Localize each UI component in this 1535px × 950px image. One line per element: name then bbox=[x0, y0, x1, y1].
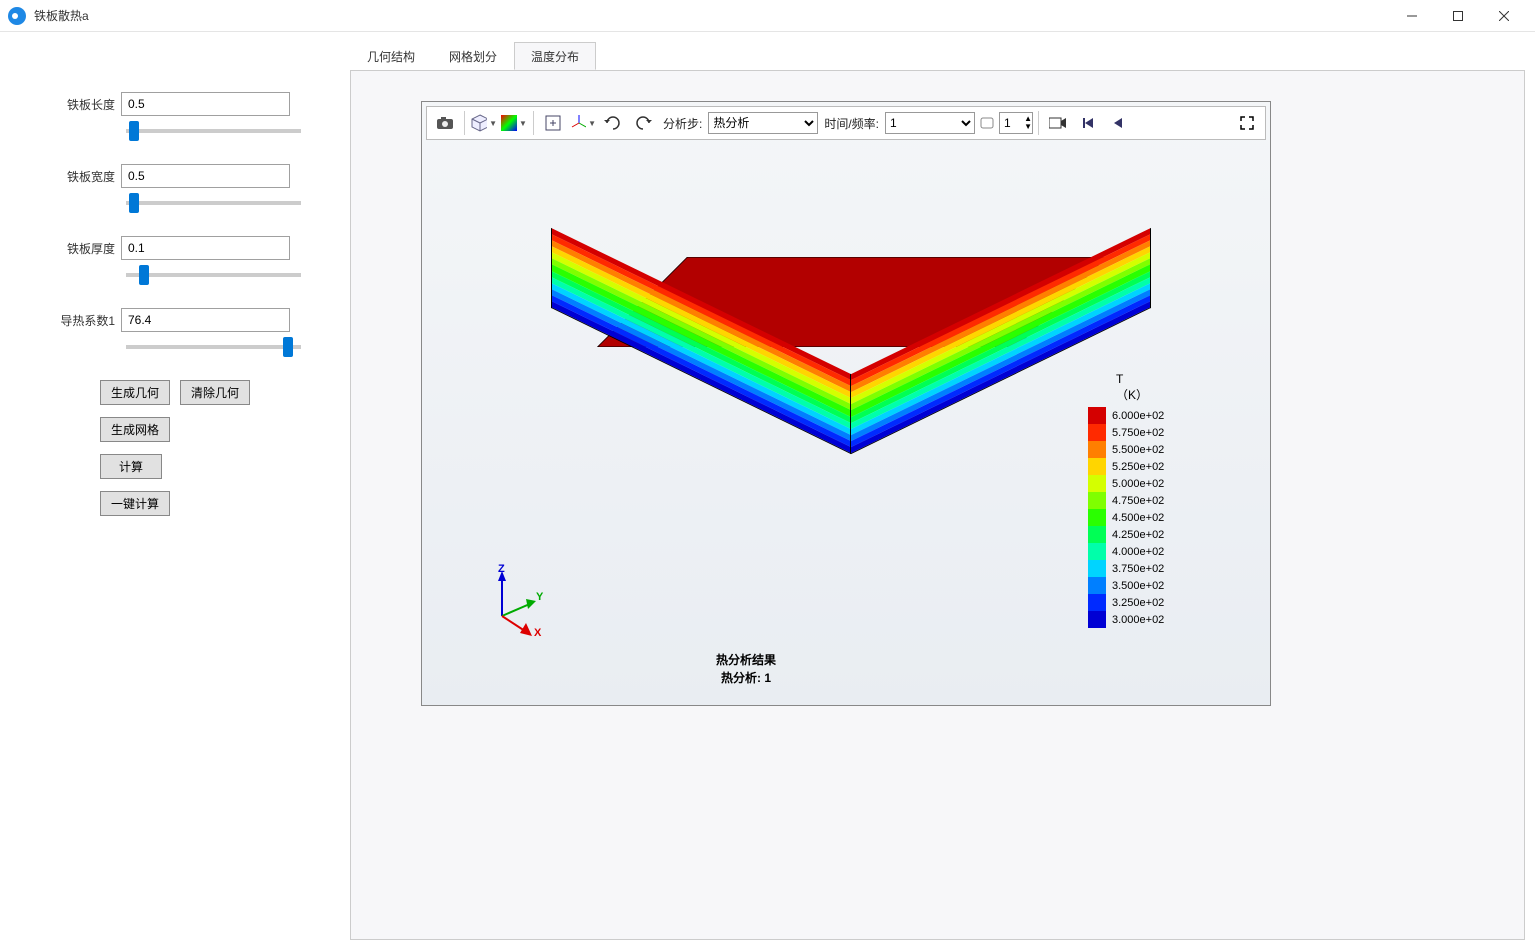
rotate-cw-icon[interactable] bbox=[599, 110, 627, 136]
tab-panel: ▼ ▼ ▼ bbox=[350, 70, 1525, 940]
legend-variable: T bbox=[1116, 372, 1248, 386]
generate-geometry-button[interactable]: 生成几何 bbox=[100, 380, 170, 405]
legend-row: 4.250e+02 bbox=[1088, 526, 1248, 543]
colormap-icon[interactable]: ▼ bbox=[500, 110, 528, 136]
legend-row: 4.750e+02 bbox=[1088, 492, 1248, 509]
legend-row: 5.500e+02 bbox=[1088, 441, 1248, 458]
viewer-3d[interactable]: ▼ ▼ ▼ bbox=[421, 101, 1271, 706]
legend-row: 3.000e+02 bbox=[1088, 611, 1248, 628]
tab-temperature[interactable]: 温度分布 bbox=[514, 42, 596, 70]
legend-row: 3.500e+02 bbox=[1088, 577, 1248, 594]
axis-x-label: X bbox=[534, 627, 541, 639]
length-label: 铁板长度 bbox=[60, 96, 115, 113]
time-freq-select[interactable]: 1 bbox=[885, 112, 975, 134]
maximize-button[interactable] bbox=[1435, 0, 1481, 32]
thickness-input[interactable] bbox=[121, 236, 290, 260]
legend-row: 5.000e+02 bbox=[1088, 475, 1248, 492]
legend-label: 5.500e+02 bbox=[1112, 444, 1164, 456]
title-bar: 铁板散热a bbox=[0, 0, 1535, 32]
legend-label: 5.250e+02 bbox=[1112, 461, 1164, 473]
legend-row: 5.750e+02 bbox=[1088, 424, 1248, 441]
result-title: 热分析结果 bbox=[422, 651, 1070, 669]
record-icon[interactable] bbox=[1044, 110, 1072, 136]
color-legend: T （K） 6.000e+02 5.750e+02 5.500e+02 5.250e+… bbox=[1088, 372, 1248, 628]
play-reverse-icon[interactable] bbox=[1104, 110, 1132, 136]
legend-swatch bbox=[1088, 594, 1106, 611]
legend-label: 4.500e+02 bbox=[1112, 512, 1164, 524]
conductivity-input[interactable] bbox=[121, 308, 290, 332]
legend-row: 6.000e+02 bbox=[1088, 407, 1248, 424]
close-button[interactable] bbox=[1481, 0, 1527, 32]
legend-swatch bbox=[1088, 543, 1106, 560]
legend-label: 4.750e+02 bbox=[1112, 495, 1164, 507]
width-input[interactable] bbox=[121, 164, 290, 188]
legend-swatch bbox=[1088, 475, 1106, 492]
fit-view-icon[interactable] bbox=[539, 110, 567, 136]
legend-row: 3.250e+02 bbox=[1088, 594, 1248, 611]
axis-orientation-icon[interactable]: ▼ bbox=[569, 110, 597, 136]
legend-row: 4.500e+02 bbox=[1088, 509, 1248, 526]
frame-spinner[interactable]: 1 ▲▼ bbox=[999, 112, 1033, 134]
viewer-toolbar: ▼ ▼ ▼ bbox=[426, 106, 1266, 140]
time-freq-label: 时间/频率: bbox=[824, 115, 879, 132]
snapshot-icon[interactable] bbox=[431, 110, 459, 136]
thickness-slider[interactable] bbox=[126, 273, 301, 277]
result-subtitle: 热分析: 1 bbox=[422, 669, 1070, 687]
result-slab bbox=[582, 212, 1102, 532]
legend-swatch bbox=[1088, 560, 1106, 577]
conductivity-label: 导热系数1 bbox=[60, 312, 115, 329]
frame-spinner-value: 1 bbox=[1004, 116, 1011, 130]
length-input[interactable] bbox=[121, 92, 290, 116]
thickness-label: 铁板厚度 bbox=[60, 240, 115, 257]
legend-label: 3.750e+02 bbox=[1112, 563, 1164, 575]
legend-swatch bbox=[1088, 407, 1106, 424]
legend-swatch bbox=[1088, 424, 1106, 441]
legend-row: 3.750e+02 bbox=[1088, 560, 1248, 577]
legend-label: 5.750e+02 bbox=[1112, 427, 1164, 439]
legend-row: 4.000e+02 bbox=[1088, 543, 1248, 560]
legend-label: 3.500e+02 bbox=[1112, 580, 1164, 592]
legend-label: 5.000e+02 bbox=[1112, 478, 1164, 490]
legend-label: 3.000e+02 bbox=[1112, 614, 1164, 626]
legend-swatch bbox=[1088, 509, 1106, 526]
legend-label: 3.250e+02 bbox=[1112, 597, 1164, 609]
legend-label: 4.000e+02 bbox=[1112, 546, 1164, 558]
result-caption: 热分析结果 热分析: 1 bbox=[422, 651, 1070, 687]
legend-swatch bbox=[1088, 441, 1106, 458]
analysis-step-select[interactable]: 热分析 bbox=[708, 112, 818, 134]
legend-unit: （K） bbox=[1116, 386, 1248, 403]
skip-start-icon[interactable] bbox=[1074, 110, 1102, 136]
compute-button[interactable]: 计算 bbox=[100, 454, 162, 479]
width-slider[interactable] bbox=[126, 201, 301, 205]
app-icon bbox=[8, 7, 26, 25]
length-slider[interactable] bbox=[126, 129, 301, 133]
axis-triad: Z Y X bbox=[484, 571, 544, 631]
tab-geometry[interactable]: 几何结构 bbox=[350, 42, 432, 70]
one-click-compute-button[interactable]: 一键计算 bbox=[100, 491, 170, 516]
generate-mesh-button[interactable]: 生成网格 bbox=[100, 417, 170, 442]
window-title: 铁板散热a bbox=[34, 7, 1389, 24]
analysis-step-label: 分析步: bbox=[663, 115, 702, 132]
tab-mesh[interactable]: 网格划分 bbox=[432, 42, 514, 70]
legend-label: 4.250e+02 bbox=[1112, 529, 1164, 541]
legend-swatch bbox=[1088, 458, 1106, 475]
view-cube-icon[interactable]: ▼ bbox=[470, 110, 498, 136]
legend-swatch bbox=[1088, 577, 1106, 594]
fullscreen-icon[interactable] bbox=[1233, 110, 1261, 136]
legend-row: 5.250e+02 bbox=[1088, 458, 1248, 475]
clear-geometry-button[interactable]: 清除几何 bbox=[180, 380, 250, 405]
legend-swatch bbox=[1088, 492, 1106, 509]
minimize-button[interactable] bbox=[1389, 0, 1435, 32]
rotate-ccw-icon[interactable] bbox=[629, 110, 657, 136]
parameter-panel: 铁板长度 铁板宽度 铁板厚度 导热系数1 生成几何 清除几何 生成网格 计算 bbox=[0, 42, 340, 940]
loop-icon[interactable] bbox=[977, 110, 997, 136]
tab-bar: 几何结构 网格划分 温度分布 bbox=[340, 42, 1525, 70]
width-label: 铁板宽度 bbox=[60, 168, 115, 185]
legend-swatch bbox=[1088, 611, 1106, 628]
axis-z-label: Z bbox=[498, 563, 505, 575]
legend-label: 6.000e+02 bbox=[1112, 410, 1164, 422]
conductivity-slider[interactable] bbox=[126, 345, 301, 349]
legend-swatch bbox=[1088, 526, 1106, 543]
axis-y-label: Y bbox=[536, 591, 543, 603]
